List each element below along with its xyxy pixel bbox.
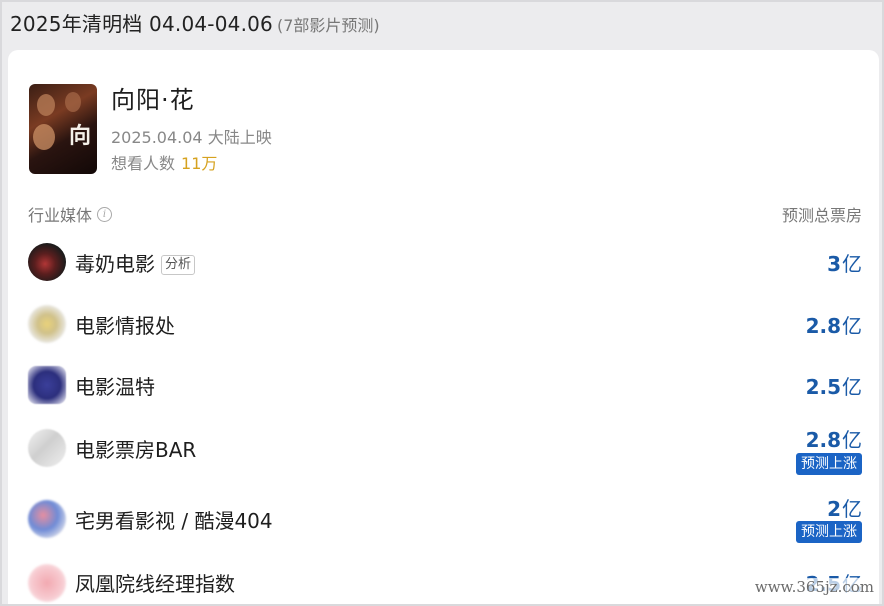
forecast-unit: 亿 [842,428,862,452]
want-value: 11万 [181,154,218,173]
info-icon[interactable]: i [97,206,113,222]
forecast-unit: 亿 [842,497,862,521]
avatar [28,366,66,404]
forecast-value: 2亿 [827,493,862,522]
header: 2025年清明档 04.04-04.06 (7部影片预测) [10,8,380,36]
media-name-text: 毒奶电影 [75,252,155,276]
media-name: 宅男看影视 / 酷漫404 [75,509,273,533]
forecast-card: 向 向阳·花 2025.04.04 大陆上映 想看人数 11万 行业媒体 i 预测… [8,50,879,604]
forecast-number: 2.8 [805,314,841,338]
media-name: 毒奶电影 分析 [75,248,196,277]
forecast-value: 2.8亿 [806,310,862,339]
page-subtitle: (7部影片预测) [276,16,380,35]
trend-up-badge: 预测上涨 [796,453,862,475]
media-row[interactable]: 毒奶电影 分析 3亿 [8,236,879,288]
avatar [28,564,66,602]
media-name: 电影票房BAR [75,438,197,462]
avatar [28,429,66,467]
analysis-tag[interactable]: 分析 [161,255,196,275]
movie-poster[interactable]: 向 [29,84,97,174]
column-header-media: 行业媒体 i [28,202,113,226]
media-row[interactable]: 电影温特 2.5亿 [8,359,879,411]
forecast-unit: 亿 [842,252,862,276]
media-name: 电影温特 [75,375,155,399]
forecast-unit: 亿 [842,314,862,338]
forecast-number: 2 [827,497,841,521]
movie-want-count: 想看人数 11万 [111,150,217,174]
forecast-value: 3亿 [827,248,862,277]
forecast-number: 3 [827,252,841,276]
column-header-forecast: 预测总票房 [781,206,862,225]
media-row[interactable]: 电影票房BAR 2.8亿 预测上涨 [8,422,879,482]
media-row[interactable]: 凤凰院线经理指数 2.5亿 [8,558,879,604]
movie-release-date: 2025.04.04 大陆上映 [111,128,272,147]
column-header-media-label: 行业媒体 [28,206,93,225]
media-name: 凤凰院线经理指数 [75,572,235,596]
avatar [28,243,66,281]
want-label: 想看人数 [111,154,176,173]
watermark: www.365jz.com [752,578,876,596]
page-title: 2025年清明档 04.04-04.06 [10,12,273,36]
avatar [28,500,66,538]
movie-title[interactable]: 向阳·花 [111,80,195,115]
forecast-value: 2.5亿 [806,371,862,400]
forecast-number: 2.8 [805,428,841,452]
forecast-value: 2.8亿 [806,424,862,453]
media-row[interactable]: 电影情报处 2.8亿 [8,298,879,350]
trend-up-badge: 预测上涨 [796,521,862,543]
media-row[interactable]: 宅男看影视 / 酷漫404 2亿 预测上涨 [8,491,879,551]
media-name: 电影情报处 [75,314,175,338]
page: 2025年清明档 04.04-04.06 (7部影片预测) 向 向阳·花 202… [0,0,884,606]
avatar [28,305,66,343]
forecast-unit: 亿 [842,375,862,399]
forecast-number: 2.5 [805,375,841,399]
